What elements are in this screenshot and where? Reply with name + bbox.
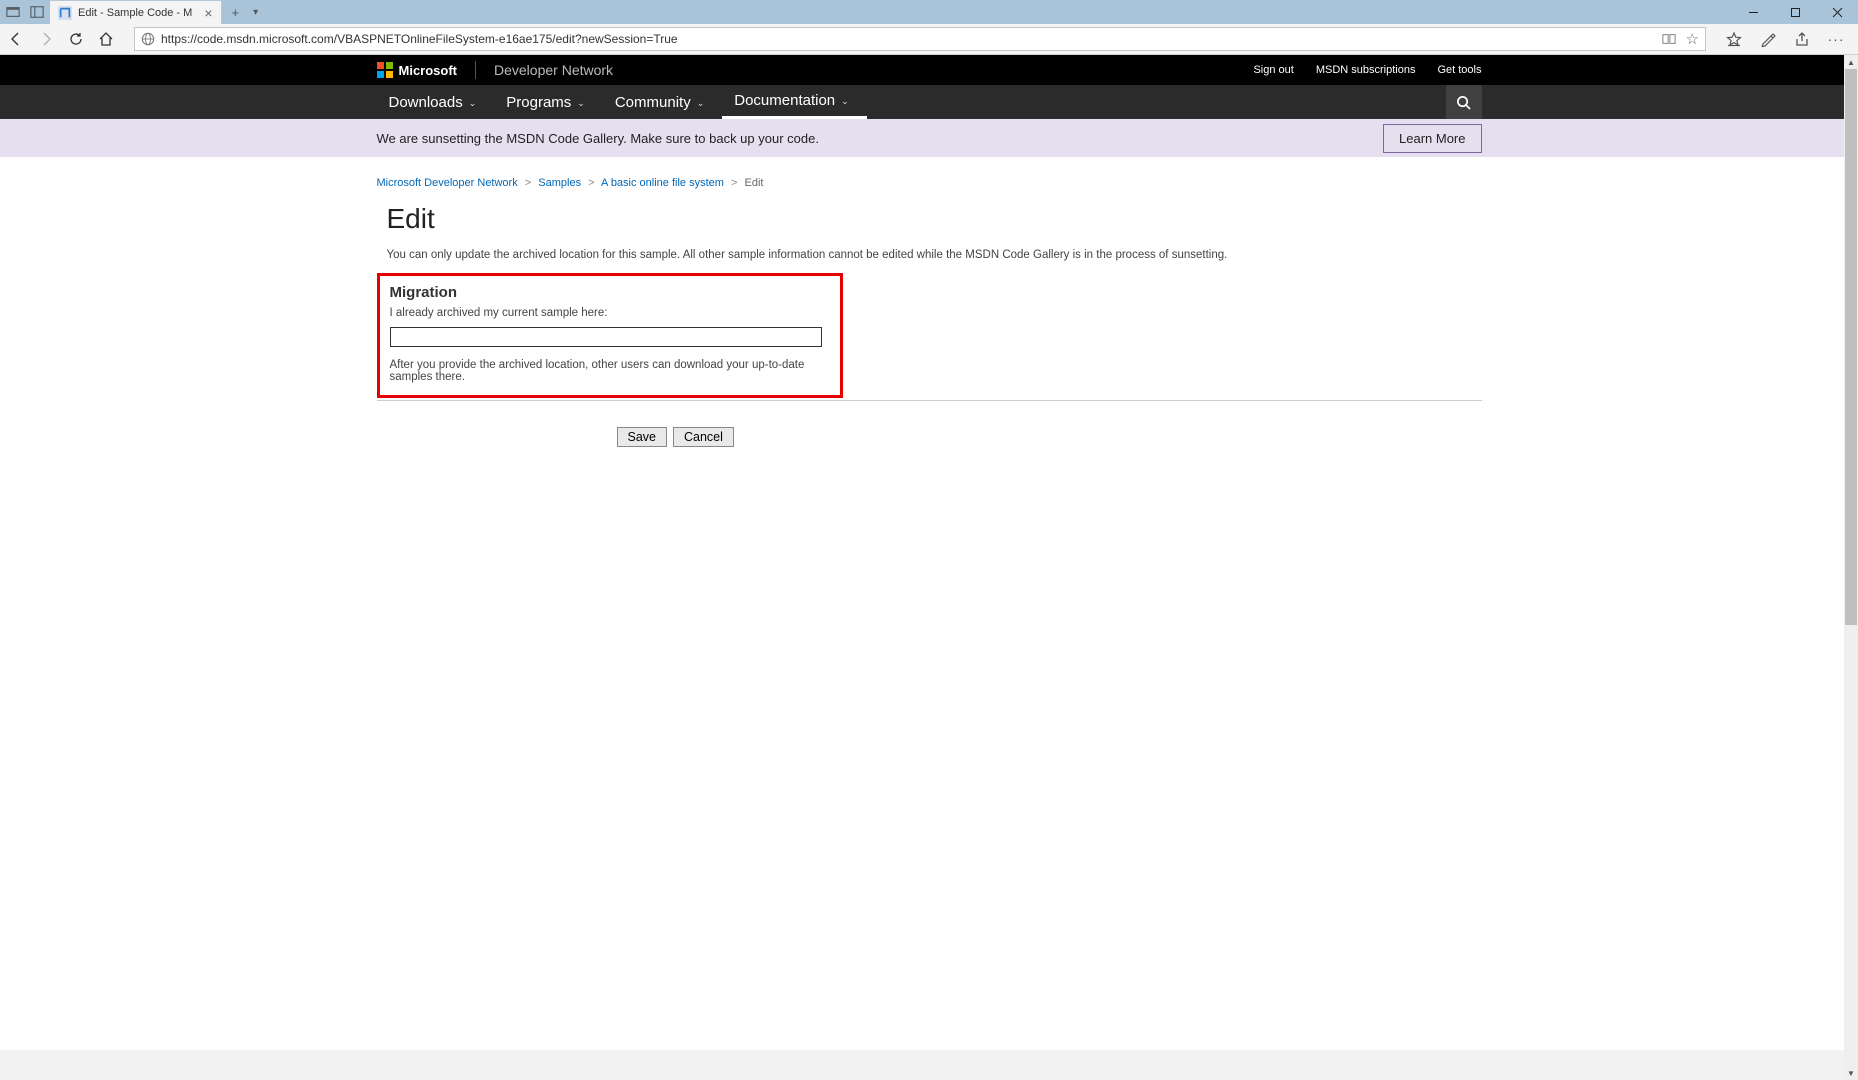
tab-aside-icon[interactable]: [30, 5, 44, 19]
close-window-button[interactable]: [1816, 0, 1858, 24]
tab-preview-icon[interactable]: [6, 5, 20, 19]
sunset-banner: We are sunsetting the MSDN Code Gallery.…: [0, 119, 1858, 157]
titlebar-tab-controls: + ▾: [222, 0, 269, 24]
save-button[interactable]: Save: [617, 427, 668, 447]
refresh-button[interactable]: [68, 31, 84, 47]
form-buttons: Save Cancel: [377, 427, 1482, 447]
address-bar[interactable]: https://code.msdn.microsoft.com/VBASPNET…: [134, 27, 1706, 51]
tab-title: Edit - Sample Code - M: [78, 7, 192, 19]
migration-heading: Migration: [390, 284, 830, 301]
search-icon: [1456, 95, 1471, 110]
vertical-scrollbar[interactable]: ▲ ▼: [1844, 55, 1858, 1080]
breadcrumb-link[interactable]: Samples: [538, 177, 581, 189]
page-title: Edit: [387, 203, 1482, 235]
url-text: https://code.msdn.microsoft.com/VBASPNET…: [161, 32, 678, 46]
titlebar-left: [0, 0, 50, 24]
scroll-up-icon[interactable]: ▲: [1844, 55, 1858, 69]
main-content: Microsoft Developer Network > Samples > …: [377, 157, 1482, 867]
header-divider: [475, 61, 476, 79]
home-button[interactable]: [98, 31, 114, 47]
chevron-down-icon: ⌄: [577, 98, 585, 109]
share-icon[interactable]: [1794, 31, 1810, 47]
chevron-down-icon: ⌄: [469, 98, 477, 109]
migration-hint: After you provide the archived location,…: [390, 359, 830, 383]
migration-panel: Migration I already archived my current …: [377, 273, 843, 398]
cancel-button[interactable]: Cancel: [673, 427, 734, 447]
window-controls: [1732, 0, 1858, 24]
tab-favicon: [58, 6, 72, 20]
favorite-star-icon[interactable]: ☆: [1686, 30, 1699, 48]
minimize-button[interactable]: [1732, 0, 1774, 24]
favorites-icon[interactable]: [1726, 31, 1742, 47]
breadcrumb-current: Edit: [744, 177, 763, 189]
breadcrumb: Microsoft Developer Network > Samples > …: [377, 177, 1482, 189]
breadcrumb-link[interactable]: A basic online file system: [601, 177, 724, 189]
menu-icon[interactable]: ···: [1828, 31, 1844, 47]
microsoft-logo-text: Microsoft: [399, 63, 458, 78]
maximize-button[interactable]: [1774, 0, 1816, 24]
notes-icon[interactable]: [1760, 31, 1776, 47]
tab-close-icon[interactable]: ×: [204, 5, 212, 21]
archived-location-input[interactable]: [390, 327, 822, 347]
edit-note: You can only update the archived locatio…: [387, 249, 1482, 261]
scroll-thumb[interactable]: [1845, 69, 1857, 625]
toolbar-right: ···: [1720, 31, 1850, 47]
back-button[interactable]: [8, 31, 24, 47]
nav-downloads[interactable]: Downloads⌄: [377, 85, 495, 119]
get-tools-link[interactable]: Get tools: [1437, 64, 1481, 76]
forward-button[interactable]: [38, 31, 54, 47]
microsoft-logo[interactable]: Microsoft: [377, 62, 458, 78]
site-info-icon[interactable]: [141, 32, 155, 46]
nav-programs[interactable]: Programs⌄: [494, 85, 603, 119]
nav-search-button[interactable]: [1446, 85, 1482, 119]
reading-view-icon[interactable]: [1662, 32, 1680, 46]
page-footer-bar: [0, 1050, 1844, 1080]
signout-link[interactable]: Sign out: [1253, 64, 1293, 76]
breadcrumb-link[interactable]: Microsoft Developer Network: [377, 177, 518, 189]
browser-tab-active[interactable]: Edit - Sample Code - M ×: [50, 0, 222, 24]
tab-chevron-icon[interactable]: ▾: [253, 7, 258, 18]
nav-documentation[interactable]: Documentation⌄: [722, 85, 866, 119]
nav-community[interactable]: Community⌄: [603, 85, 722, 119]
migration-label: I already archived my current sample her…: [390, 307, 830, 319]
browser-titlebar: Edit - Sample Code - M × + ▾: [0, 0, 1858, 24]
browser-toolbar: https://code.msdn.microsoft.com/VBASPNET…: [0, 24, 1858, 55]
microsoft-header: Microsoft Developer Network Sign out MSD…: [0, 55, 1858, 85]
banner-text: We are sunsetting the MSDN Code Gallery.…: [377, 131, 819, 146]
chevron-down-icon: ⌄: [697, 98, 705, 109]
page-viewport: Microsoft Developer Network Sign out MSD…: [0, 55, 1858, 1080]
learn-more-button[interactable]: Learn More: [1383, 124, 1481, 153]
subscriptions-link[interactable]: MSDN subscriptions: [1316, 64, 1416, 76]
chevron-down-icon: ⌄: [841, 96, 849, 107]
scroll-down-icon[interactable]: ▼: [1844, 1066, 1858, 1080]
site-nav: Downloads⌄ Programs⌄ Community⌄ Document…: [0, 85, 1858, 119]
microsoft-logo-icon: [377, 62, 393, 78]
brand-name[interactable]: Developer Network: [494, 62, 613, 78]
new-tab-button[interactable]: +: [232, 5, 240, 20]
